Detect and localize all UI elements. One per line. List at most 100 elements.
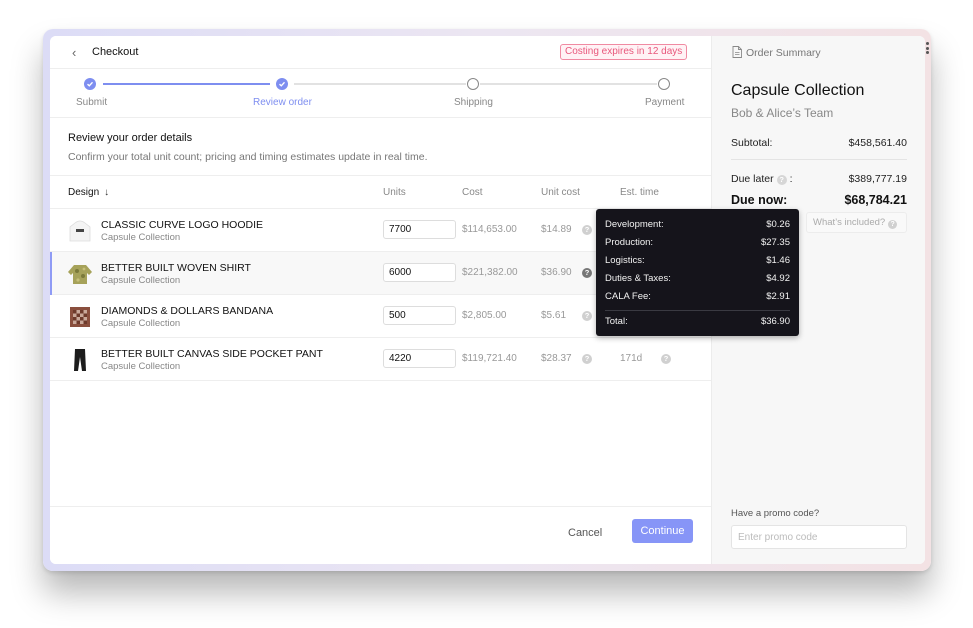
row-unit-cost: $14.89 [541, 224, 572, 235]
column-header-unit-cost: Unit cost [541, 187, 580, 198]
whats-included-label: What’s included? [813, 217, 886, 228]
document-icon [732, 46, 742, 58]
step-label-payment[interactable]: Payment [645, 97, 684, 108]
product-name: BETTER BUILT WOVEN SHIRT [101, 262, 251, 274]
step-label-review-order[interactable]: Review order [253, 97, 312, 108]
row-unit-cost: $36.90 [541, 267, 572, 278]
step-submit-check-icon[interactable] [84, 78, 96, 90]
subtotal-label: Subtotal: [731, 137, 773, 149]
bandana-thumbnail [70, 307, 90, 327]
team-name: Bob & Alice’s Team [731, 106, 834, 120]
help-icon: ? [888, 220, 898, 229]
checkout-window: ‹ Checkout Costing expires in 12 days Su… [50, 36, 925, 564]
unit-cost-help-icon[interactable]: ? [582, 311, 592, 321]
row-cost: $114,653.00 [462, 224, 517, 235]
column-header-design-label: Design [68, 187, 100, 198]
due-later-colon: : [789, 173, 793, 185]
costing-expiry-badge: Costing expires in 12 days [560, 44, 688, 60]
table-header: Design ↓ Units Cost Unit cost Est. time [50, 176, 711, 209]
row-unit-cost: $28.37 [541, 353, 572, 364]
step-review-check-icon[interactable] [276, 78, 288, 90]
subtotal-row: Subtotal: $458,561.40 [731, 137, 907, 149]
tooltip-total-label: Total: [605, 316, 628, 327]
unit-cost-help-icon[interactable]: ? [582, 225, 592, 235]
tooltip-total-value: $36.90 [760, 316, 790, 327]
hoodie-thumbnail [69, 220, 91, 242]
column-header-est-time: Est. time [620, 187, 659, 198]
tooltip-label: Logistics: [605, 255, 645, 266]
units-input[interactable] [383, 220, 456, 239]
page-title: Checkout [92, 46, 139, 58]
due-later-value: $389,777.19 [848, 173, 907, 185]
due-later-help-icon[interactable]: ? [776, 175, 787, 185]
step-payment-circle-icon[interactable] [658, 78, 670, 90]
collection-title: Capsule Collection [731, 82, 865, 99]
step-connector [480, 83, 657, 85]
due-now-label: Due now: [731, 193, 788, 207]
product-collection: Capsule Collection [101, 318, 181, 329]
screenshot-stage: ‹ Checkout Costing expires in 12 days Su… [0, 0, 973, 628]
tooltip-label: CALA Fee: [605, 291, 651, 302]
column-header-units: Units [383, 187, 406, 198]
promo-code-label: Have a promo code? [731, 508, 820, 519]
unit-cost-help-icon[interactable]: ? [582, 354, 592, 364]
tooltip-row-total: Total: $36.90 [605, 316, 790, 327]
tooltip-row-production: Production: $27.35 [605, 237, 790, 248]
tooltip-value: $1.46 [766, 255, 790, 266]
section-title: Review your order details [68, 132, 193, 144]
product-collection: Capsule Collection [101, 361, 181, 372]
cancel-button[interactable]: Cancel [568, 527, 602, 539]
top-bar: ‹ Checkout Costing expires in 12 days [50, 36, 711, 69]
continue-button[interactable]: Continue [632, 519, 693, 543]
column-header-cost: Cost [462, 187, 483, 198]
product-name: CLASSIC CURVE LOGO HOODIE [101, 219, 264, 231]
more-options-icon[interactable] [925, 42, 929, 54]
due-now-row: Due now: $68,784.21 [731, 193, 907, 207]
product-name: DIAMONDS & DOLLARS BANDANA [101, 305, 274, 317]
unit-cost-help-icon[interactable]: ? [582, 268, 592, 278]
due-later-label: Due later [731, 173, 774, 185]
tooltip-row-logistics: Logistics: $1.46 [605, 255, 790, 266]
units-input[interactable] [383, 263, 456, 282]
product-name: BETTER BUILT CANVAS SIDE POCKET PANT [101, 348, 323, 360]
tooltip-row-duties-taxes: Duties & Taxes: $4.92 [605, 273, 790, 284]
shirt-thumbnail [68, 265, 92, 284]
tooltip-value: $2.91 [766, 291, 790, 302]
due-now-value: $68,784.21 [844, 193, 907, 207]
tooltip-value: $4.92 [766, 273, 790, 284]
row-cost: $2,805.00 [462, 310, 507, 321]
unit-cost-breakdown-tooltip: Development: $0.26 Production: $27.35 Logi… [596, 209, 799, 336]
due-later-row: Due later?: $389,777.19 [731, 173, 907, 185]
product-collection: Capsule Collection [101, 275, 181, 286]
units-input[interactable] [383, 349, 456, 368]
chevron-left-icon[interactable]: ‹ [72, 45, 76, 60]
arrow-down-icon[interactable]: ↓ [104, 187, 109, 198]
column-header-design[interactable]: Design ↓ [68, 187, 109, 198]
tooltip-label: Production: [605, 237, 654, 248]
tooltip-label: Development: [605, 219, 664, 230]
step-label-shipping[interactable]: Shipping [454, 97, 493, 108]
checkout-footer: Cancel Continue [50, 506, 711, 564]
checkout-stepper: Submit Review order Shipping Payment [50, 69, 711, 118]
product-collection: Capsule Collection [101, 232, 181, 243]
tooltip-label: Duties & Taxes: [605, 273, 671, 284]
review-intro: Review your order details Confirm your t… [50, 118, 711, 176]
units-input[interactable] [383, 306, 456, 325]
row-unit-cost: $5.61 [541, 310, 567, 321]
whats-included-button[interactable]: What’s included?? [806, 212, 907, 233]
est-time-help-icon[interactable]: ? [661, 354, 671, 364]
subtotal-value: $458,561.40 [848, 137, 907, 149]
summary-divider [731, 159, 907, 160]
order-summary-title: Order Summary [746, 47, 821, 59]
row-cost: $119,721.40 [462, 353, 517, 364]
step-label-submit[interactable]: Submit [76, 97, 107, 108]
section-subtitle: Confirm your total unit count; pricing a… [68, 151, 428, 163]
step-connector [294, 83, 466, 85]
tooltip-value: $27.35 [760, 237, 790, 248]
pant-thumbnail [74, 349, 86, 371]
tooltip-divider [605, 310, 790, 311]
step-shipping-circle-icon[interactable] [467, 78, 479, 90]
row-est-time: 171d [620, 353, 643, 364]
table-row[interactable]: BETTER BUILT CANVAS SIDE POCKET PANT Cap… [50, 338, 711, 381]
promo-code-input[interactable] [731, 525, 907, 549]
